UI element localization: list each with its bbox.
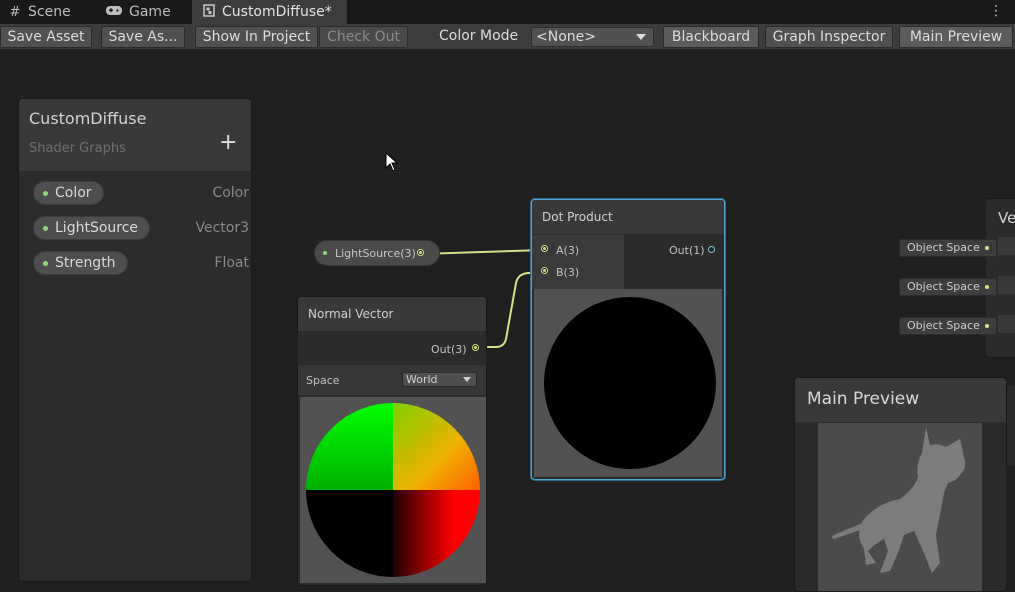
node-preview xyxy=(300,397,486,583)
object-space-label: Object Space xyxy=(907,319,980,332)
tab-custom-diffuse-label: CustomDiffuse* xyxy=(222,4,332,20)
input-port-b[interactable] xyxy=(541,267,548,274)
cat-model-icon xyxy=(832,427,966,573)
check-out-button: Check Out xyxy=(319,26,408,48)
main-preview-panel[interactable]: Main Preview xyxy=(794,377,1007,592)
chevron-down-icon xyxy=(636,34,646,40)
property-name: Strength xyxy=(55,255,116,271)
property-name: LightSource xyxy=(55,220,139,236)
object-space-label: Object Space xyxy=(907,280,980,293)
tab-scene[interactable]: # Scene xyxy=(8,0,88,24)
space-value: World xyxy=(406,373,438,386)
normal-vector-node[interactable]: Normal Vector Out(3) Space World xyxy=(297,296,487,586)
blackboard-property-row[interactable]: Color Color xyxy=(33,181,249,205)
editor-tab-bar: # Scene Game CustomDiffuse* ⋮ xyxy=(0,0,1015,24)
input-port-a[interactable] xyxy=(541,245,548,252)
output-port[interactable] xyxy=(417,249,424,256)
main-preview-header: Main Preview xyxy=(795,378,1006,422)
input-a-label: A(3) xyxy=(556,244,580,257)
node-outputs: Out(1) xyxy=(625,235,724,289)
object-space-label: Object Space xyxy=(907,241,980,254)
gamepad-icon xyxy=(105,5,123,20)
node-title: Ve xyxy=(998,209,1015,227)
output-label: Out(1) xyxy=(669,244,705,257)
node-outputs: Out(3) xyxy=(298,333,486,363)
node-title: Dot Product xyxy=(532,200,724,234)
port-dot-icon xyxy=(985,285,989,289)
space-setting-row: Space World xyxy=(298,365,486,395)
object-space-input[interactable]: Object Space xyxy=(899,317,997,335)
node-title: Normal Vector xyxy=(298,297,486,331)
blackboard-header: CustomDiffuse Shader Graphs + xyxy=(19,99,251,171)
blackboard-property-row[interactable]: Strength Float xyxy=(33,251,249,275)
graph-toolbar: Save Asset Save As... Show In Project Ch… xyxy=(0,24,1015,50)
main-preview-title: Main Preview xyxy=(807,389,920,409)
preview-sphere xyxy=(306,403,480,577)
output-port[interactable] xyxy=(708,246,715,253)
save-asset-button[interactable]: Save Asset xyxy=(0,26,92,48)
node-inputs: A(3) B(3) xyxy=(532,235,624,289)
add-property-button[interactable]: + xyxy=(219,132,237,154)
blackboard-property-row[interactable]: LightSource Vector3 xyxy=(33,216,249,240)
color-mode-value: <None> xyxy=(536,29,596,45)
graph-canvas[interactable]: CustomDiffuse Shader Graphs + Color Colo… xyxy=(0,51,1015,592)
node-preview xyxy=(534,289,722,477)
color-mode-label: Color Mode xyxy=(439,28,519,44)
tab-custom-diffuse[interactable]: CustomDiffuse* xyxy=(192,0,347,24)
blackboard-subtitle: Shader Graphs xyxy=(29,141,126,156)
blackboard-panel[interactable]: CustomDiffuse Shader Graphs + Color Colo… xyxy=(18,98,252,582)
grid-icon: # xyxy=(9,4,21,20)
lightsource-property-node[interactable]: LightSource(3) xyxy=(314,240,440,266)
tab-game-label: Game xyxy=(129,4,171,20)
chevron-down-icon xyxy=(463,377,471,382)
main-preview-toggle[interactable]: Main Preview xyxy=(899,26,1013,48)
property-pill[interactable]: Strength xyxy=(33,251,128,275)
preview-sphere xyxy=(544,297,716,469)
main-preview-viewport[interactable] xyxy=(818,423,982,591)
tab-scene-label: Scene xyxy=(28,4,71,20)
space-select[interactable]: World xyxy=(402,372,477,387)
blackboard-toggle[interactable]: Blackboard xyxy=(663,26,759,48)
input-b-label: B(3) xyxy=(556,266,580,279)
output-port[interactable] xyxy=(472,344,479,351)
property-name: Color xyxy=(55,185,92,201)
output-label: Out(3) xyxy=(431,343,467,356)
shader-graph-icon xyxy=(202,3,216,21)
space-label: Space xyxy=(306,374,340,387)
dot-product-node[interactable]: Dot Product A(3) B(3) Out(1) xyxy=(531,199,725,480)
object-space-input[interactable]: Object Space xyxy=(899,239,997,257)
property-dot-icon xyxy=(43,260,48,266)
tab-game[interactable]: Game xyxy=(105,0,187,24)
more-options-icon[interactable]: ⋮ xyxy=(989,3,1003,19)
node-input-slot xyxy=(998,276,1015,294)
property-dot-icon xyxy=(323,251,327,255)
property-type: Vector3 xyxy=(195,220,249,236)
color-mode-select[interactable]: <None> xyxy=(531,27,654,47)
property-dot-icon xyxy=(43,225,48,231)
node-input-slot xyxy=(998,315,1015,333)
show-in-project-button[interactable]: Show In Project xyxy=(195,26,318,48)
port-dot-icon xyxy=(985,246,989,250)
property-pill[interactable]: Color xyxy=(33,181,104,205)
property-type: Float xyxy=(214,255,249,271)
graph-inspector-toggle[interactable]: Graph Inspector xyxy=(765,26,893,48)
object-space-input[interactable]: Object Space xyxy=(899,278,997,296)
mouse-cursor-icon xyxy=(385,152,399,172)
property-dot-icon xyxy=(43,190,48,196)
blackboard-title: CustomDiffuse xyxy=(29,109,147,128)
port-dot-icon xyxy=(985,324,989,328)
property-pill[interactable]: LightSource xyxy=(33,216,151,240)
property-node-label: LightSource(3) xyxy=(335,246,416,260)
property-type: Color xyxy=(212,185,249,201)
node-input-slot xyxy=(998,237,1015,255)
save-as-button[interactable]: Save As... xyxy=(101,26,185,48)
